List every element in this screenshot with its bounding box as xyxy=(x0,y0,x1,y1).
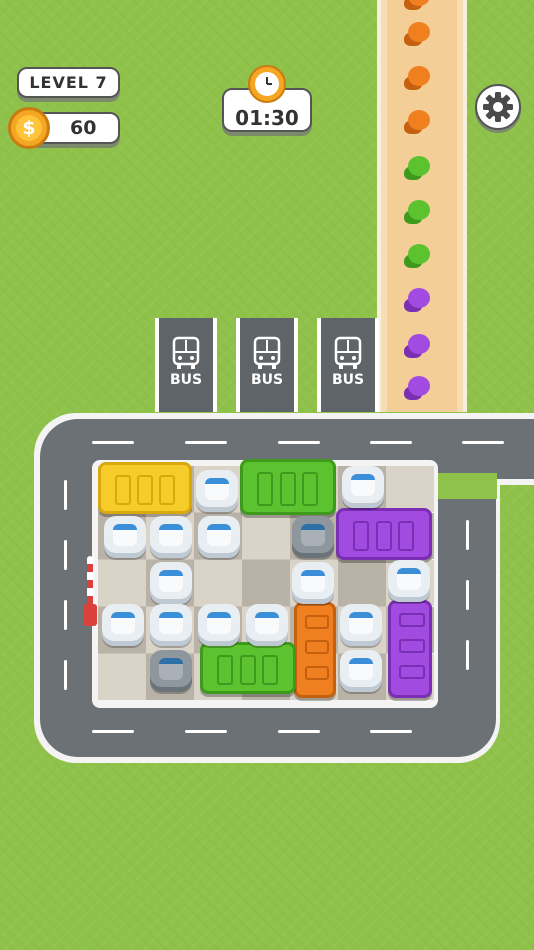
lane-dash xyxy=(64,660,67,690)
bus-bay-3: BUS xyxy=(317,318,379,412)
dollar-coin-icon: $ xyxy=(8,107,50,149)
lane-dash xyxy=(370,441,412,444)
lane-dash xyxy=(466,640,469,670)
lane-dash xyxy=(185,441,227,444)
passenger-orange xyxy=(404,0,430,12)
lane-dash xyxy=(466,580,469,610)
passenger-sidewalk xyxy=(377,0,467,412)
coin-count: 60 xyxy=(70,117,97,139)
bus-icon xyxy=(253,336,281,369)
lane-dash xyxy=(64,480,67,510)
bus-bay-label: BUS xyxy=(169,372,203,388)
white-car[interactable] xyxy=(150,562,192,604)
barrier-arm xyxy=(87,556,93,608)
bus-icon xyxy=(334,336,362,369)
white-car[interactable] xyxy=(150,604,192,646)
bus-bay-2: BUS xyxy=(236,318,298,412)
purple-bus[interactable] xyxy=(388,600,432,698)
white-car[interactable] xyxy=(102,604,144,646)
lane-dash xyxy=(64,600,67,630)
passenger-purple xyxy=(404,376,430,402)
white-car[interactable] xyxy=(198,604,240,646)
white-car[interactable] xyxy=(198,516,240,558)
green-bus[interactable] xyxy=(240,459,336,515)
lane-dash xyxy=(92,730,134,733)
passenger-orange xyxy=(404,110,430,136)
white-car[interactable] xyxy=(340,604,382,646)
white-car[interactable] xyxy=(340,650,382,692)
barrier-post xyxy=(83,604,97,626)
passenger-green xyxy=(404,244,430,270)
lane-dash xyxy=(185,730,227,733)
white-car[interactable] xyxy=(388,560,430,602)
passenger-orange xyxy=(404,22,430,48)
lane-dash xyxy=(278,441,320,444)
lot-tile xyxy=(242,560,290,606)
lot-tile xyxy=(386,466,434,512)
lane-dash xyxy=(370,730,412,733)
lane-dash xyxy=(278,730,320,733)
white-car[interactable] xyxy=(292,516,334,558)
white-car[interactable] xyxy=(292,562,334,604)
bus-icon xyxy=(172,336,200,369)
passenger-purple xyxy=(404,334,430,360)
white-car[interactable] xyxy=(196,470,238,512)
green-bus[interactable] xyxy=(200,642,296,694)
bus-bay-1: BUS xyxy=(155,318,217,412)
lane-dash xyxy=(64,540,67,570)
bus-bay-label: BUS xyxy=(250,372,284,388)
grass-notch xyxy=(437,473,497,499)
lot-tile xyxy=(242,513,290,559)
lane-dash xyxy=(466,520,469,550)
settings-button[interactable] xyxy=(475,84,521,130)
lane-dash xyxy=(92,441,134,444)
white-car[interactable] xyxy=(246,604,288,646)
orange-bus[interactable] xyxy=(294,602,336,698)
lot-tile xyxy=(98,654,146,700)
white-car[interactable] xyxy=(104,516,146,558)
white-car[interactable] xyxy=(342,466,384,508)
lot-tile xyxy=(338,560,386,606)
passenger-orange xyxy=(404,66,430,92)
white-car[interactable] xyxy=(150,650,192,692)
lot-tile xyxy=(98,560,146,606)
yellow-bus[interactable] xyxy=(98,462,192,514)
white-car[interactable] xyxy=(150,516,192,558)
passenger-green xyxy=(404,200,430,226)
purple-bus[interactable] xyxy=(336,508,432,560)
passenger-purple xyxy=(404,288,430,314)
lot-tile xyxy=(194,560,242,606)
level-indicator: LEVEL 7 xyxy=(17,67,120,98)
clock-icon xyxy=(248,65,286,103)
bus-bay-label: BUS xyxy=(331,372,365,388)
gear-icon xyxy=(483,92,513,122)
passenger-green xyxy=(404,156,430,182)
lane-dash xyxy=(462,441,504,444)
